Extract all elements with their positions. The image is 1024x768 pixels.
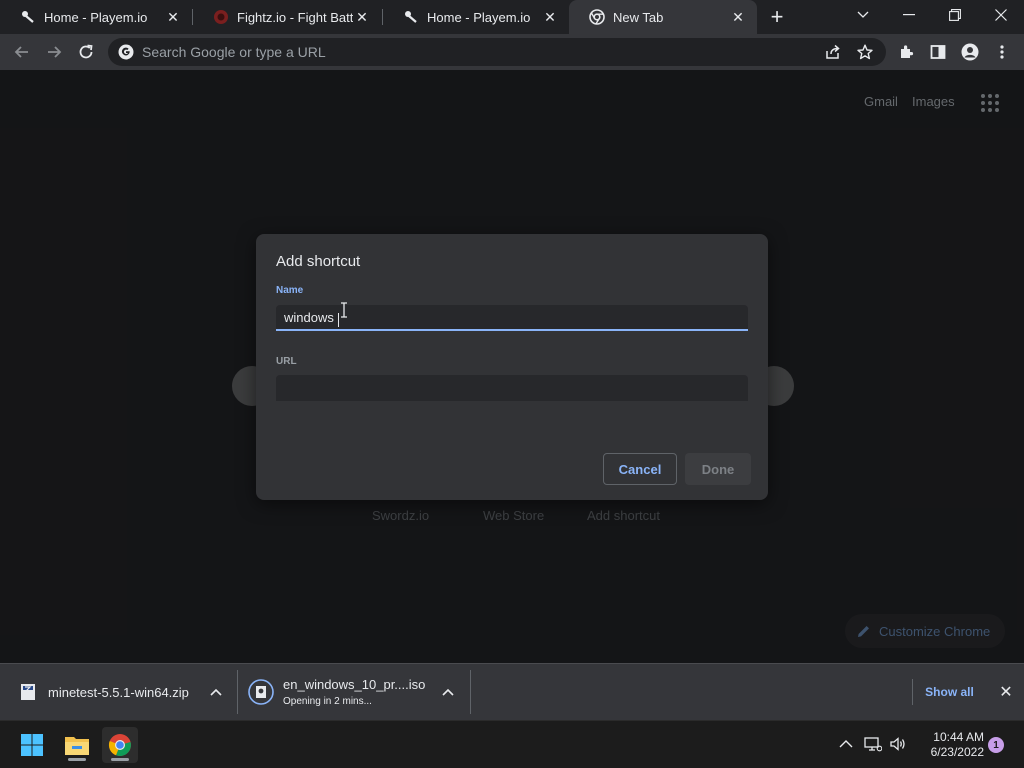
taskbar: 10:44 AM 6/23/2022 1 [0,720,1024,768]
menu-kebab-icon[interactable] [989,39,1015,65]
omnibox[interactable] [108,38,886,66]
network-icon[interactable] [862,733,884,755]
download-name: en_windows_10_pr....iso [283,677,426,692]
omnibox-input[interactable] [142,44,886,60]
chrome-taskbar-icon[interactable] [102,727,138,763]
extensions-icon[interactable] [893,39,919,65]
clock-time: 10:44 AM [933,730,984,744]
iso-file-progress-icon [248,679,274,705]
cancel-button[interactable]: Cancel [603,453,677,485]
tab-title: Home - Playem.io [44,9,148,25]
reload-button[interactable] [73,39,99,65]
zip-file-icon [21,684,35,700]
toolbar [0,34,1024,70]
add-shortcut-dialog: Add shortcut Name URL Cancel Done [256,234,768,500]
playem-icon [20,9,36,25]
file-explorer-icon[interactable] [59,727,95,763]
tab-playem-2[interactable]: Home - Playem.io ✕ [383,0,569,34]
url-field-label: URL [276,356,297,367]
tab-new-tab[interactable]: New Tab ✕ [569,0,757,34]
text-cursor-icon [341,302,347,318]
download-item-windows-iso[interactable]: en_windows_10_pr....iso Opening in 2 min… [248,664,466,720]
running-indicator [68,758,86,761]
close-icon[interactable]: ✕ [353,8,371,26]
download-status: Opening in 2 mins... [283,696,372,707]
windows-start-icon[interactable] [14,727,50,763]
chevron-up-icon[interactable] [210,685,222,699]
tab-title: Fightz.io - Fight Battle Game [237,9,353,25]
download-divider [237,670,238,714]
chevron-up-icon[interactable] [442,685,454,699]
close-icon[interactable]: ✕ [729,8,747,26]
tab-strip: Home - Playem.io ✕ Fightz.io - Fight Bat… [0,0,1024,34]
name-field-label: Name [276,285,304,296]
google-icon [118,44,134,60]
forward-button[interactable] [41,39,67,65]
download-name: minetest-5.5.1-win64.zip [48,684,189,700]
fightz-icon [213,9,229,25]
minimize-button[interactable] [886,0,932,30]
clock-date: 6/23/2022 [930,745,984,759]
system-clock[interactable]: 10:44 AM 6/23/2022 [914,730,984,760]
download-bar: minetest-5.5.1-win64.zip en_windows_10_p… [0,663,1024,720]
close-icon[interactable]: ✕ [541,8,559,26]
screen: Home - Playem.io ✕ Fightz.io - Fight Bat… [0,0,1024,768]
chevron-up-icon[interactable] [835,733,857,755]
dialog-title: Add shortcut [276,253,361,270]
volume-icon[interactable] [887,733,909,755]
close-icon[interactable]: ✕ [164,8,182,26]
bookmark-star-icon[interactable] [852,39,878,65]
side-panel-icon[interactable] [925,39,951,65]
show-all-downloads-button[interactable]: Show all [912,679,986,705]
done-button[interactable]: Done [685,453,751,485]
tab-fightz[interactable]: Fightz.io - Fight Battle Game ✕ [193,0,381,34]
tab-playem-1[interactable]: Home - Playem.io ✕ [0,0,192,34]
tab-title: New Tab [613,9,664,25]
playem-icon [403,9,419,25]
share-icon[interactable] [820,39,846,65]
tab-title: Home - Playem.io [427,9,531,25]
new-tab-button[interactable]: + [766,6,788,28]
chrome-icon [589,9,605,25]
close-window-button[interactable] [978,0,1024,30]
notification-badge[interactable]: 1 [988,737,1004,753]
restore-button[interactable] [932,0,978,30]
url-input[interactable] [276,375,748,401]
download-item-minetest[interactable]: minetest-5.5.1-win64.zip [18,664,232,720]
tab-search-icon[interactable] [840,0,886,30]
back-button[interactable] [9,39,35,65]
profile-icon[interactable] [957,39,983,65]
running-indicator [111,758,129,761]
url-field[interactable] [276,375,748,401]
download-divider [470,670,471,714]
close-icon[interactable]: ✕ [996,682,1016,702]
